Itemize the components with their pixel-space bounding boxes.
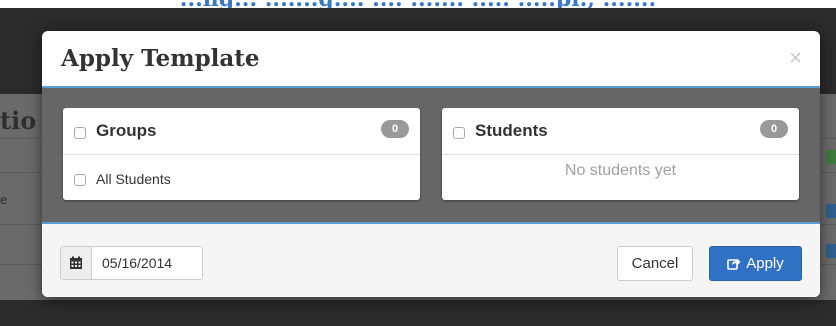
apply-button[interactable]: Apply (709, 246, 802, 281)
students-empty-text: No students yet (564, 162, 677, 179)
groups-panel-header: Groups 0 (63, 108, 420, 155)
modal-header: Apply Template × (42, 31, 820, 88)
share-icon (727, 257, 741, 270)
list-item[interactable]: All Students (63, 155, 420, 198)
groups-count-badge: 0 (381, 120, 409, 138)
students-count-badge: 0 (760, 120, 788, 138)
groups-select-all-checkbox[interactable] (74, 127, 86, 139)
groups-panel-title: Groups (96, 121, 157, 140)
students-panel: Students 0 No students yet (442, 108, 799, 200)
page-heading-fragment: ...ng... .......g.... .... ....... .....… (0, 0, 836, 8)
background-row-label: e (0, 192, 8, 207)
background-status-chip (826, 150, 836, 164)
students-panel-header: Students 0 (442, 108, 799, 155)
modal-footer: Cancel Apply (42, 224, 820, 297)
date-picker[interactable] (60, 246, 203, 280)
cancel-button[interactable]: Cancel (617, 246, 693, 281)
apply-button-label: Apply (746, 255, 784, 272)
background-bottom-bar (0, 300, 836, 326)
close-icon[interactable]: × (789, 47, 802, 69)
students-select-all-checkbox[interactable] (453, 127, 465, 139)
background-button-chip (826, 204, 836, 218)
groups-panel: Groups 0 All Students (63, 108, 420, 200)
background-page-title: tio (0, 106, 37, 135)
date-field[interactable] (92, 247, 202, 279)
modal-body: Groups 0 All Students Students 0 No stud… (42, 88, 820, 224)
all-students-checkbox[interactable] (74, 174, 86, 186)
students-panel-title: Students (475, 121, 548, 140)
list-item-label: All Students (96, 171, 171, 187)
calendar-icon[interactable] (61, 247, 92, 279)
modal-title: Apply Template (61, 45, 260, 72)
apply-template-modal: Apply Template × Groups 0 All Students S… (42, 31, 820, 297)
background-button-chip (826, 244, 836, 258)
page-top-band: ...ng... .......g.... .... ....... .....… (0, 0, 836, 8)
